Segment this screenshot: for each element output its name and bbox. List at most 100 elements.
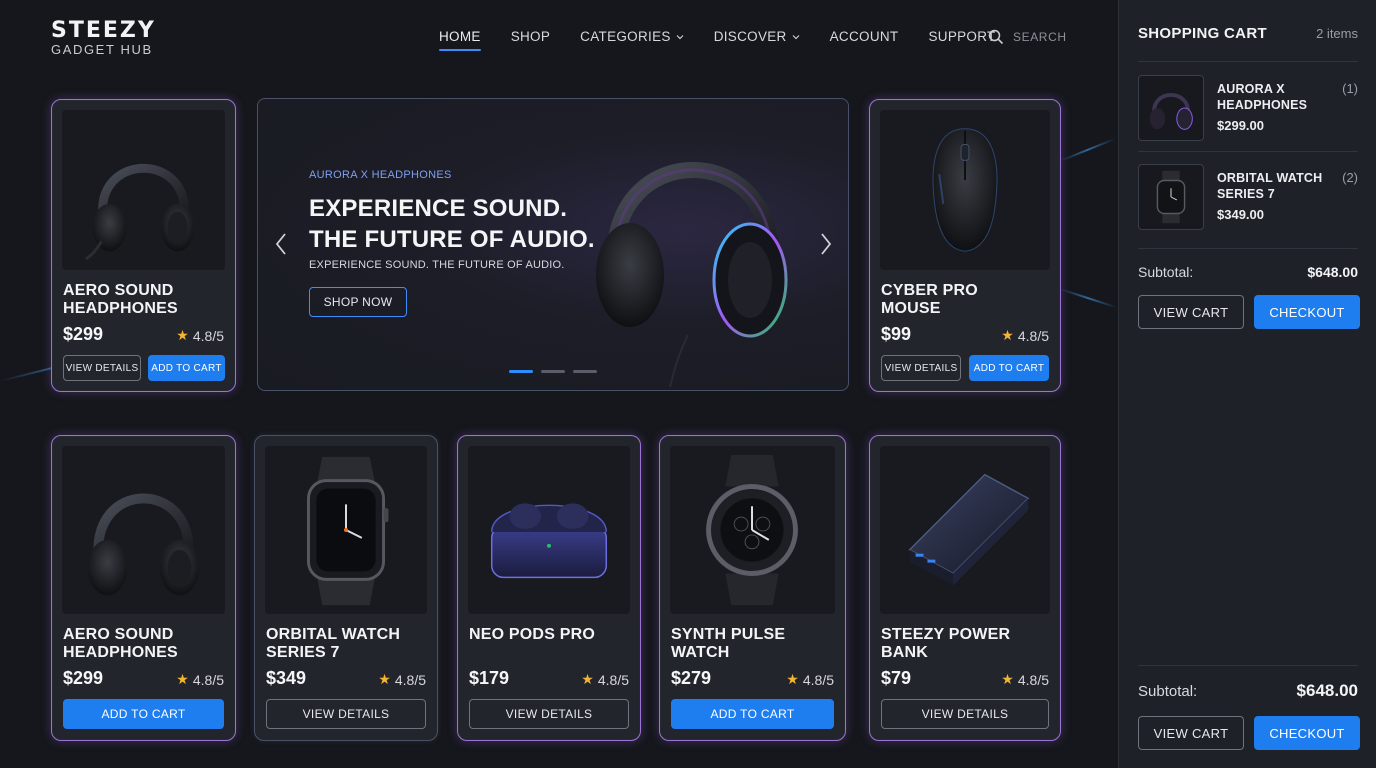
footer-subtotal-value: $648.00 [1296, 681, 1358, 700]
hero-headline: EXPERIENCE SOUND. THE FUTURE OF AUDIO. [309, 195, 595, 253]
product-rating: ★ 4.8/5 [1001, 327, 1049, 344]
product-card-neo-pods[interactable]: NEO PODS PRO $179 ★ 4.8/5 VIEW DETAILS [457, 435, 641, 741]
product-image-headphones[interactable] [62, 110, 225, 270]
featured-card-aero-sound[interactable]: AERO SOUND HEADPHONES $299 ★ 4.8/5 VIEW DE… [51, 99, 236, 392]
chevron-down-icon [676, 35, 684, 40]
footer-subtotal-label: Subtotal: [1138, 683, 1198, 700]
product-price: $79 [881, 668, 912, 688]
hero-subtext: EXPERIENCE SOUND. THE FUTURE OF AUDIO. [309, 259, 565, 271]
nav-account[interactable]: ACCOUNT [830, 29, 899, 45]
hero-carousel: AURORA X HEADPHONES EXPERIENCE SOUND. TH… [257, 98, 849, 391]
star-icon: ★ [786, 671, 799, 687]
product-image-earbuds[interactable] [468, 446, 630, 614]
background-streak [1059, 288, 1118, 309]
view-details-button[interactable]: VIEW DETAILS [881, 355, 961, 381]
product-price: $299 [63, 324, 104, 344]
cart-item-count: 2 items [1316, 26, 1358, 41]
product-rating: ★ 4.8/5 [378, 671, 426, 688]
hero-headphones-image [596, 162, 788, 387]
cart-item-name: ORBITAL WATCH SERIES 7 [1217, 171, 1323, 201]
main-nav: HOME SHOP CATEGORIES DISCOVER ACCOUNT SU… [439, 29, 1026, 51]
add-to-cart-button[interactable]: ADD TO CART [671, 699, 834, 729]
cart-item-qty: (1) [1342, 81, 1358, 96]
add-to-cart-button[interactable]: ADD TO CART [148, 355, 225, 381]
carousel-dot[interactable] [541, 370, 565, 373]
add-to-cart-button[interactable]: ADD TO CART [63, 699, 224, 729]
product-rating: ★ 4.8/5 [176, 671, 224, 688]
view-details-button[interactable]: VIEW DETAILS [469, 699, 629, 729]
view-details-button[interactable]: VIEW DETAILS [63, 355, 141, 381]
star-icon: ★ [176, 671, 189, 687]
divider [1138, 665, 1358, 666]
nav-categories[interactable]: CATEGORIES [580, 29, 684, 45]
footer-view-cart-button[interactable]: VIEW CART [1138, 716, 1244, 750]
product-image-mouse[interactable] [880, 110, 1050, 270]
product-image-headphones[interactable] [62, 446, 225, 614]
cart-title: SHOPPING CART [1138, 25, 1267, 42]
search-icon [988, 29, 1004, 45]
search-label: SEARCH [1013, 30, 1067, 44]
shopping-cart-panel: SHOPPING CART 2 items AURORA X HEADPHONES… [1118, 0, 1376, 768]
add-to-cart-button[interactable]: ADD TO CART [969, 355, 1049, 381]
product-title: AERO SOUND HEADPHONES [63, 282, 178, 317]
product-image-power-bank[interactable] [880, 446, 1050, 614]
cart-item[interactable]: ORBITAL WATCH SERIES 7 $349.00 (2) [1138, 164, 1358, 234]
product-price: $299 [63, 668, 104, 688]
hero-kicker: AURORA X HEADPHONES [309, 169, 452, 181]
product-image-smartwatch[interactable] [265, 446, 427, 614]
product-card-orbital-watch[interactable]: ORBITAL WATCH SERIES 7 $349 ★ 4.8/5 VIEW D… [254, 435, 438, 741]
star-icon: ★ [581, 671, 594, 687]
product-title: SYNTH PULSE WATCH [671, 626, 786, 661]
product-price: $349 [266, 668, 307, 688]
shop-now-button[interactable]: SHOP NOW [309, 287, 407, 317]
carousel-dot[interactable] [509, 370, 533, 373]
product-title: ORBITAL WATCH SERIES 7 [266, 626, 401, 661]
product-card-synth-pulse[interactable]: SYNTH PULSE WATCH $279 ★ 4.8/5 ADD TO CART [659, 435, 846, 741]
cart-item-thumbnail[interactable] [1138, 164, 1204, 230]
product-rating: ★ 4.8/5 [1001, 671, 1049, 688]
star-icon: ★ [1001, 327, 1014, 343]
search-button[interactable]: SEARCH [988, 29, 1067, 45]
nav-account-label: ACCOUNT [829, 29, 899, 44]
cart-item[interactable]: AURORA X HEADPHONES $299.00 (1) [1138, 75, 1358, 145]
nav-shop[interactable]: SHOP [511, 29, 550, 45]
view-cart-button[interactable]: VIEW CART [1138, 295, 1244, 329]
brand-tagline: GADGET HUB [51, 42, 153, 57]
checkout-button[interactable]: CHECKOUT [1254, 295, 1360, 329]
view-details-button[interactable]: VIEW DETAILS [266, 699, 426, 729]
star-icon: ★ [1001, 671, 1014, 687]
nav-home-label: HOME [439, 29, 481, 44]
cart-item-price: $299.00 [1217, 118, 1264, 133]
product-title: AERO SOUND HEADPHONES [63, 626, 178, 661]
product-rating: ★ 4.8/5 [786, 671, 834, 688]
cart-item-name: AURORA X HEADPHONES [1217, 82, 1308, 112]
chevron-left-icon[interactable] [273, 231, 289, 257]
product-image-sport-watch[interactable] [670, 446, 835, 614]
nav-discover-label: DISCOVER [713, 29, 787, 44]
cart-item-price: $349.00 [1217, 207, 1264, 222]
chevron-down-icon [792, 35, 800, 40]
cart-item-qty: (2) [1342, 170, 1358, 185]
product-price: $99 [881, 324, 912, 344]
product-card-aero-sound[interactable]: AERO SOUND HEADPHONES $299 ★ 4.8/5 ADD TO … [51, 435, 236, 741]
nav-support[interactable]: SUPPORT [928, 29, 995, 45]
nav-home[interactable]: HOME [439, 29, 481, 51]
divider [1138, 61, 1358, 62]
subtotal-label: Subtotal: [1138, 264, 1194, 280]
product-price: $179 [469, 668, 510, 688]
divider [1138, 151, 1358, 152]
star-icon: ★ [176, 327, 189, 343]
background-streak [1059, 137, 1117, 162]
nav-shop-label: SHOP [510, 29, 551, 44]
brand-logo[interactable]: STEEZY GADGET HUB [51, 20, 156, 57]
view-details-button[interactable]: VIEW DETAILS [881, 699, 1049, 729]
product-rating: ★ 4.8/5 [581, 671, 629, 688]
product-card-power-bank[interactable]: STEEZY POWER BANK $79 ★ 4.8/5 VIEW DETAILS [869, 435, 1061, 741]
cart-item-thumbnail[interactable] [1138, 75, 1204, 141]
featured-card-cyber-pro[interactable]: CYBER PRO MOUSE $99 ★ 4.8/5 VIEW DETAILS A… [869, 99, 1061, 392]
carousel-dot[interactable] [573, 370, 597, 373]
star-icon: ★ [378, 671, 391, 687]
chevron-right-icon[interactable] [818, 231, 834, 257]
footer-checkout-button[interactable]: CHECKOUT [1254, 716, 1360, 750]
nav-discover[interactable]: DISCOVER [714, 29, 800, 45]
